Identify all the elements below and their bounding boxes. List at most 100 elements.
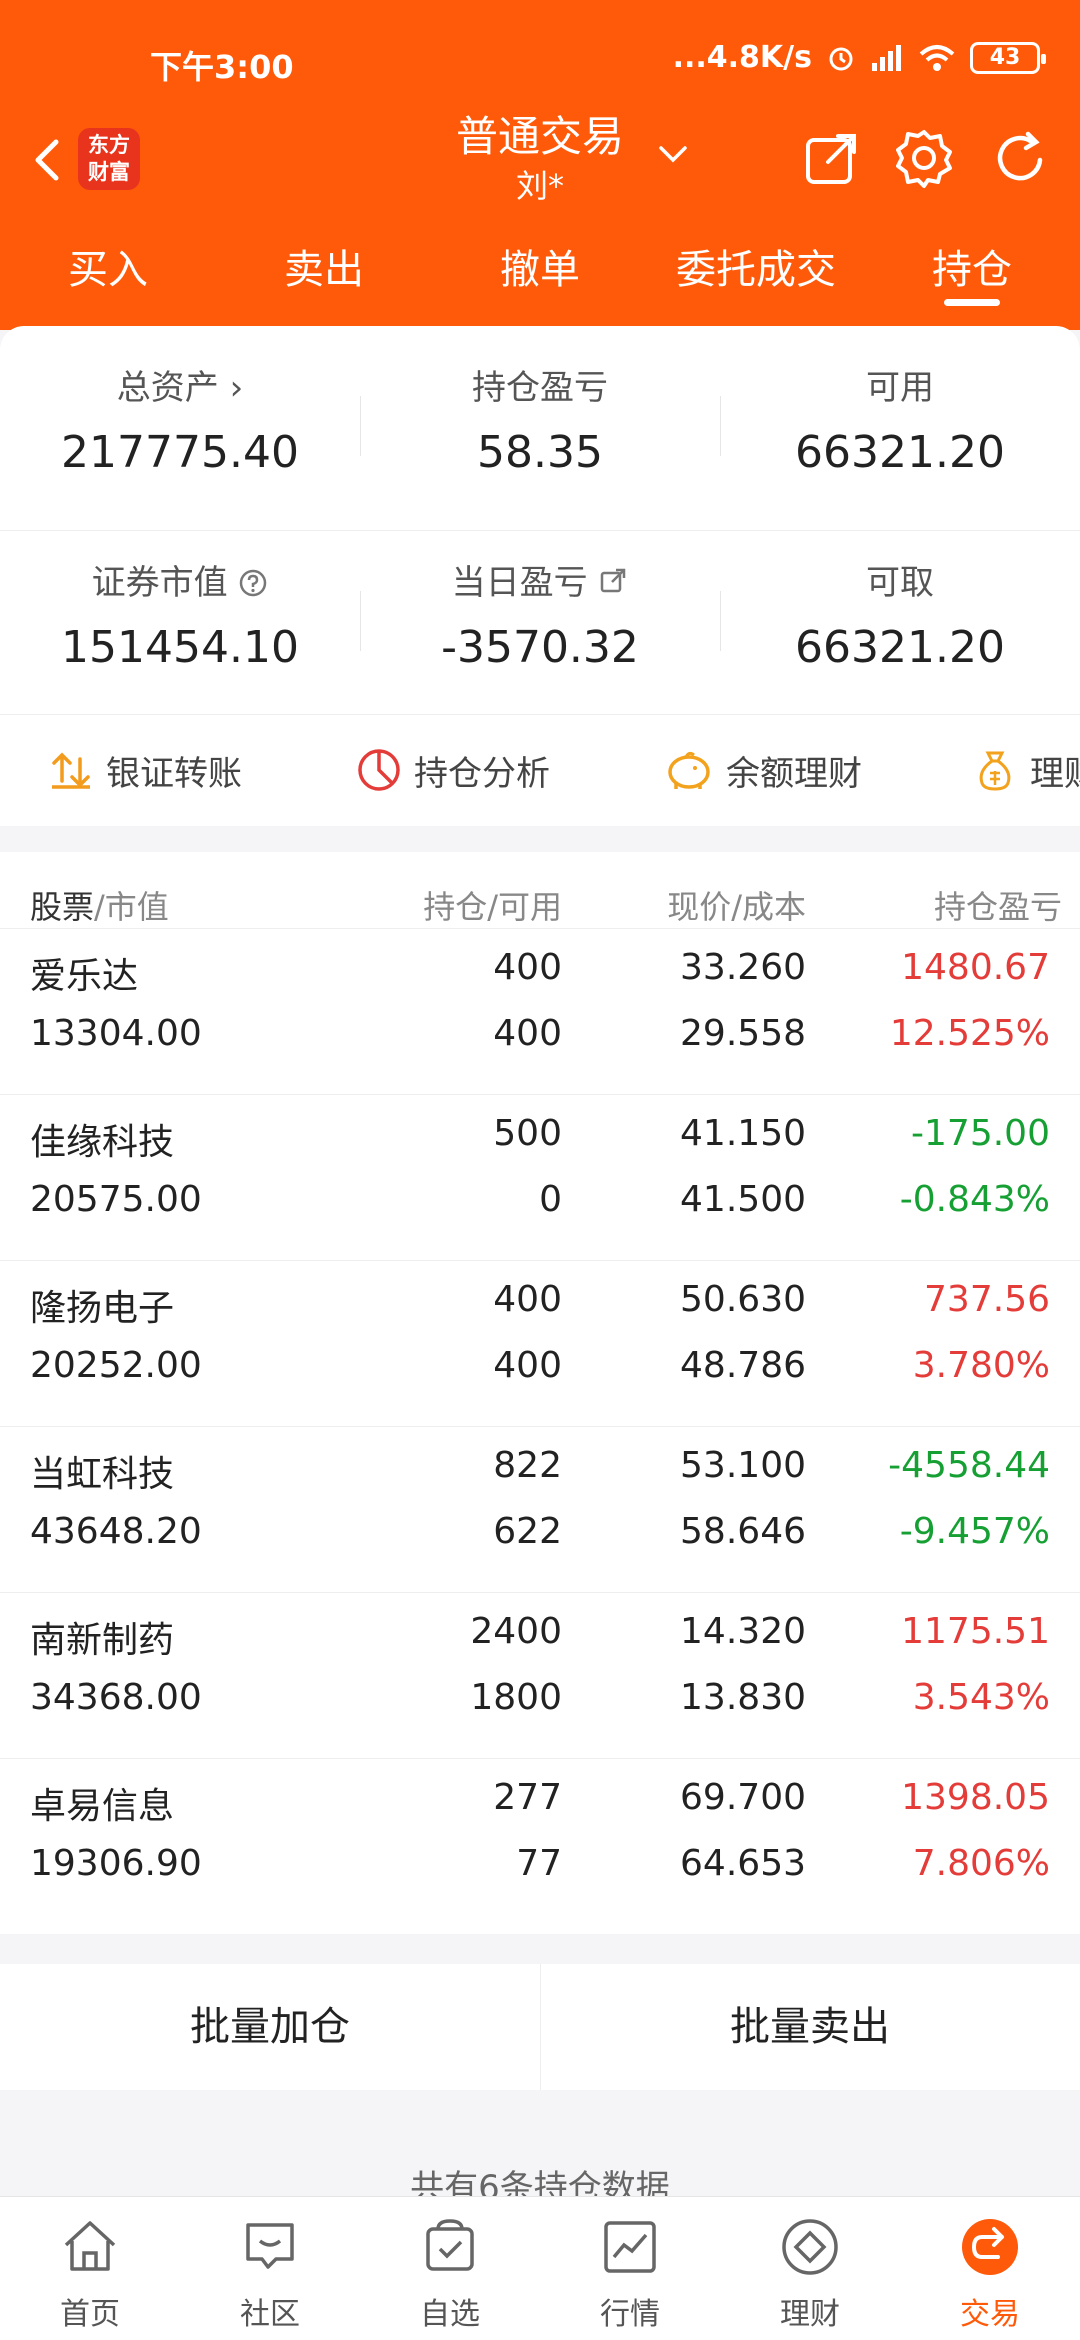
nav-trade[interactable]: 交易 (900, 2197, 1080, 2340)
table-row[interactable]: 爱乐达 13304.00 400 400 33.260 29.558 1480.… (0, 928, 1080, 1094)
nav-market[interactable]: 行情 (540, 2197, 720, 2340)
stock-pl-pct: 7.806% (912, 1843, 1050, 1884)
transfer-icon (52, 752, 90, 789)
gear-icon[interactable] (892, 126, 956, 190)
watchlist-icon (426, 2219, 474, 2271)
market-value-label: 证券市值 (91, 563, 228, 603)
stock-available: 77 (516, 1843, 562, 1884)
stock-market-value: 34368.00 (30, 1677, 202, 1718)
holdings-table: 股票/市值 持仓/可用 现价/成本 持仓盈亏 爱乐达 13304.00 400 … (0, 852, 1080, 1934)
stock-name: 卓易信息 (30, 1786, 175, 1827)
nav-label: 首页 (60, 2297, 120, 2332)
daily-pl-cell[interactable]: 当日盈亏 -3570.32 (360, 531, 720, 673)
tool-balance-finance[interactable]: 余额理财 (664, 715, 862, 825)
stock-pl-pct: 12.525% (889, 1013, 1050, 1054)
stock-cost: 41.500 (680, 1179, 806, 1220)
nav-finance[interactable]: 理财 (720, 2197, 900, 2340)
stock-price: 50.630 (680, 1279, 806, 1320)
tool-label: 银证转账 (106, 753, 242, 794)
total-assets-cell[interactable]: 总资产 › 217775.40 (0, 336, 360, 478)
tool-finance[interactable]: 理财 (972, 715, 1080, 825)
stock-price: 33.260 (680, 947, 806, 988)
col-holding-available[interactable]: 持仓/可用 (423, 882, 562, 928)
total-assets-label: 总资产 (116, 368, 219, 408)
chat-icon (246, 2223, 294, 2269)
refresh-icon[interactable] (988, 126, 1052, 190)
table-row[interactable]: 隆扬电子 20252.00 400 400 50.630 48.786 737.… (0, 1260, 1080, 1426)
total-assets-value: 217775.40 (61, 427, 299, 478)
table-row[interactable]: 南新制药 34368.00 2400 1800 14.320 13.830 11… (0, 1592, 1080, 1758)
market-value-cell: 证券市值 151454.10 (0, 531, 360, 673)
available-label: 可用 (866, 368, 934, 408)
app-header: 下午3:00 ...4.8K/s 43 东方 财富 普通交易 刘* 买入 卖出 撤… (0, 0, 1080, 330)
stock-pl-pct: 3.543% (912, 1677, 1050, 1718)
trade-icon (962, 2219, 1018, 2275)
stock-pl: -175.00 (911, 1113, 1050, 1154)
col-holding-pl[interactable]: 持仓盈亏 (934, 882, 1062, 928)
stock-name: 佳缘科技 (30, 1122, 175, 1163)
chevron-right-icon: › (229, 368, 244, 408)
status-icons: ...4.8K/s 43 (673, 40, 1046, 75)
share-icon[interactable] (800, 126, 864, 190)
nav-label: 自选 (420, 2297, 480, 2332)
status-bar: 下午3:00 ...4.8K/s 43 (0, 0, 1080, 120)
tab-sell[interactable]: 卖出 (216, 240, 432, 300)
stock-cost: 29.558 (680, 1013, 806, 1054)
stock-holding: 400 (493, 1279, 562, 1320)
table-row[interactable]: 卓易信息 19306.90 277 77 69.700 64.653 1398.… (0, 1758, 1080, 1924)
wifi-icon (919, 44, 955, 71)
table-row[interactable]: 佳缘科技 20575.00 500 0 41.150 41.500 -175.0… (0, 1094, 1080, 1260)
tab-orders[interactable]: 委托成交 (648, 240, 864, 300)
pie-chart-icon (358, 749, 400, 791)
stock-pl-pct: 3.780% (912, 1345, 1050, 1386)
stock-available: 400 (493, 1345, 562, 1386)
stock-name: 南新制药 (30, 1620, 175, 1661)
tab-holdings[interactable]: 持仓 (864, 240, 1080, 306)
market-chart-icon (604, 2221, 656, 2273)
col-stock: 股票 (30, 888, 95, 926)
batch-sell-button[interactable]: 批量卖出 (540, 1964, 1080, 2090)
market-value-value: 151454.10 (61, 622, 299, 673)
tab-buy[interactable]: 买入 (0, 240, 216, 300)
nav-label: 交易 (960, 2297, 1020, 2332)
nav-home[interactable]: 首页 (0, 2197, 180, 2340)
stock-holding: 500 (493, 1113, 562, 1154)
col-market-value: /市值 (94, 888, 169, 926)
stock-cost: 48.786 (680, 1345, 806, 1386)
stock-available: 0 (539, 1179, 562, 1220)
available-value: 66321.20 (795, 427, 1005, 478)
piggy-bank-icon (668, 751, 710, 789)
stock-pl-pct: -0.843% (899, 1179, 1050, 1220)
stock-name: 当虹科技 (30, 1454, 175, 1495)
daily-pl-label: 当日盈亏 (451, 563, 588, 603)
stock-market-value: 13304.00 (30, 1013, 202, 1054)
stock-pl: 1175.51 (901, 1611, 1050, 1652)
tool-holding-analysis[interactable]: 持仓分析 (356, 715, 550, 825)
stock-pl: 737.56 (924, 1279, 1050, 1320)
table-row[interactable]: 当虹科技 43648.20 822 622 53.100 58.646 -455… (0, 1426, 1080, 1592)
nav-community[interactable]: 社区 (180, 2197, 360, 2340)
tool-label: 持仓分析 (414, 753, 550, 794)
stock-market-value: 20252.00 (30, 1345, 202, 1386)
tab-cancel[interactable]: 撤单 (432, 240, 648, 300)
stock-cost: 13.830 (680, 1677, 806, 1718)
stock-price: 69.700 (680, 1777, 806, 1818)
batch-add-button[interactable]: 批量加仓 (0, 1964, 540, 2090)
batch-actions: 批量加仓 批量卖出 (0, 1964, 1080, 2090)
stock-available: 1800 (470, 1677, 562, 1718)
stock-available: 400 (493, 1013, 562, 1054)
help-icon[interactable] (238, 568, 268, 598)
chevron-down-icon[interactable] (655, 136, 691, 172)
tool-bank-transfer[interactable]: 银证转账 (48, 715, 242, 825)
stock-price: 41.150 (680, 1113, 806, 1154)
nav-watchlist[interactable]: 自选 (360, 2197, 540, 2340)
stock-cost: 64.653 (680, 1843, 806, 1884)
finance-icon (782, 2219, 838, 2275)
stock-price: 14.320 (680, 1611, 806, 1652)
nav-label: 社区 (240, 2297, 300, 2332)
col-price-cost[interactable]: 现价/成本 (667, 882, 806, 928)
stock-holding: 822 (493, 1445, 562, 1486)
stock-holding: 400 (493, 947, 562, 988)
withdrawable-cell: 可取 66321.20 (720, 531, 1080, 673)
holding-pl-cell: 持仓盈亏 58.35 (360, 336, 720, 478)
